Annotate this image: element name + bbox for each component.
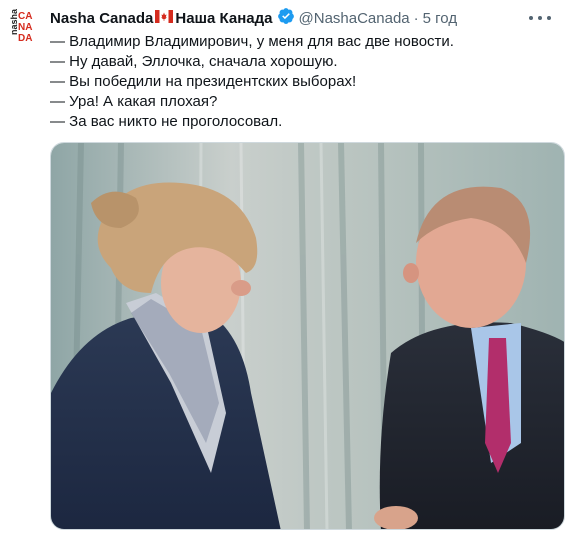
tweet-line: — За вас никто не проголосовал. [50,113,283,130]
separator-dot: · [413,10,419,27]
verified-badge-icon [277,7,295,31]
svg-text:CA: CA [18,11,32,22]
svg-text:NA: NA [18,22,32,33]
handle[interactable]: @NashaCanada [299,9,410,29]
canada-flag-icon [155,9,174,29]
photo-illustration [51,143,564,529]
timestamp[interactable]: 5 год [423,9,457,29]
svg-text:DA: DA [18,33,32,44]
tweet-line: — Ну давай, Эллочка, сначала хорошую. [50,53,338,70]
tweet-text: — Владимир Владимирович, у меня для вас … [50,32,550,132]
more-options-icon[interactable] [529,10,551,26]
tweet-header: Nasha Canada Наша Канада @NashaCanada · … [50,7,525,31]
nasha-canada-logo-icon: nasha CA NA DA [9,8,32,44]
tweet-line: — Вы победили на президентских выборах! [50,73,357,90]
tweet[interactable]: nasha CA NA DA Nasha Canada Наша Канада … [0,0,565,542]
tweet-photo[interactable] [50,142,565,530]
tweet-line: — Владимир Владимирович, у меня для вас … [50,33,454,50]
tweet-line: — Ура! А какая плохая? [50,93,218,110]
display-name-secondary[interactable]: Наша Канада [175,9,272,29]
display-name[interactable]: Nasha Canada [50,9,153,29]
avatar[interactable]: nasha CA NA DA [6,8,40,44]
